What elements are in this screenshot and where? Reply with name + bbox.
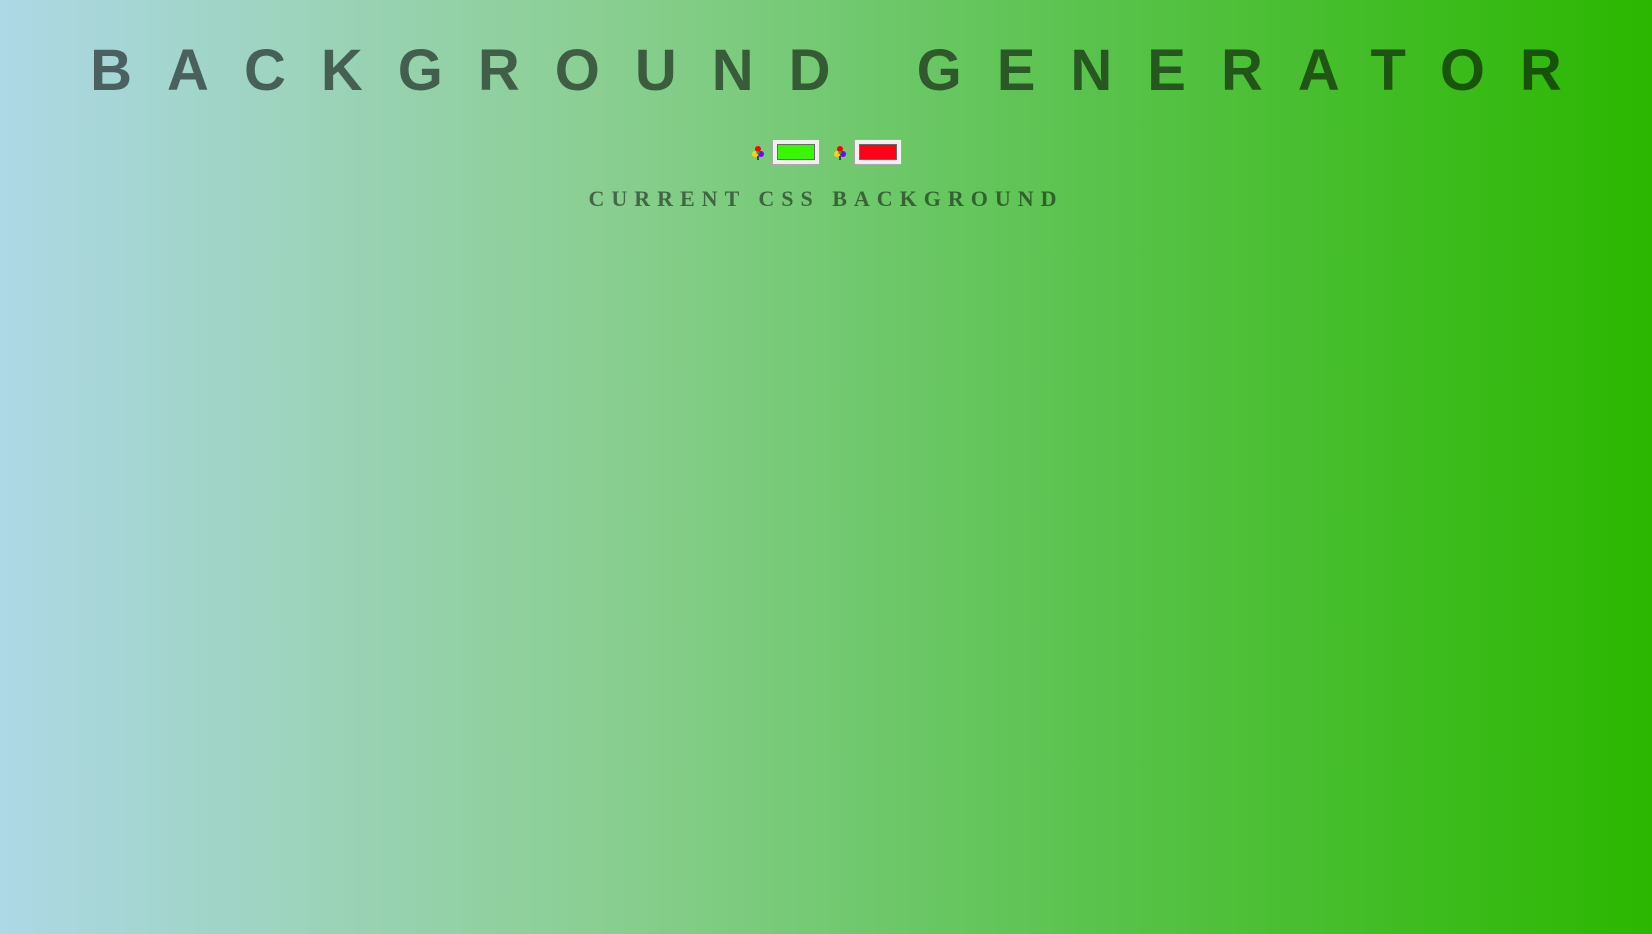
color-picker-2 bbox=[832, 139, 902, 165]
color-picker-1 bbox=[750, 139, 820, 165]
current-css-background-label: CURRENT CSS BACKGROUND bbox=[588, 186, 1064, 211]
color-input-2-fill bbox=[859, 144, 897, 160]
color-palette-icon bbox=[834, 146, 846, 160]
color-input-1-fill bbox=[777, 144, 815, 160]
color-input-1[interactable] bbox=[772, 139, 820, 165]
color-picker-controls bbox=[0, 139, 1652, 165]
color-palette-icon bbox=[752, 146, 764, 160]
color-input-2[interactable] bbox=[854, 139, 902, 165]
page-title: BACKGROUND GENERATOR bbox=[90, 38, 1597, 103]
